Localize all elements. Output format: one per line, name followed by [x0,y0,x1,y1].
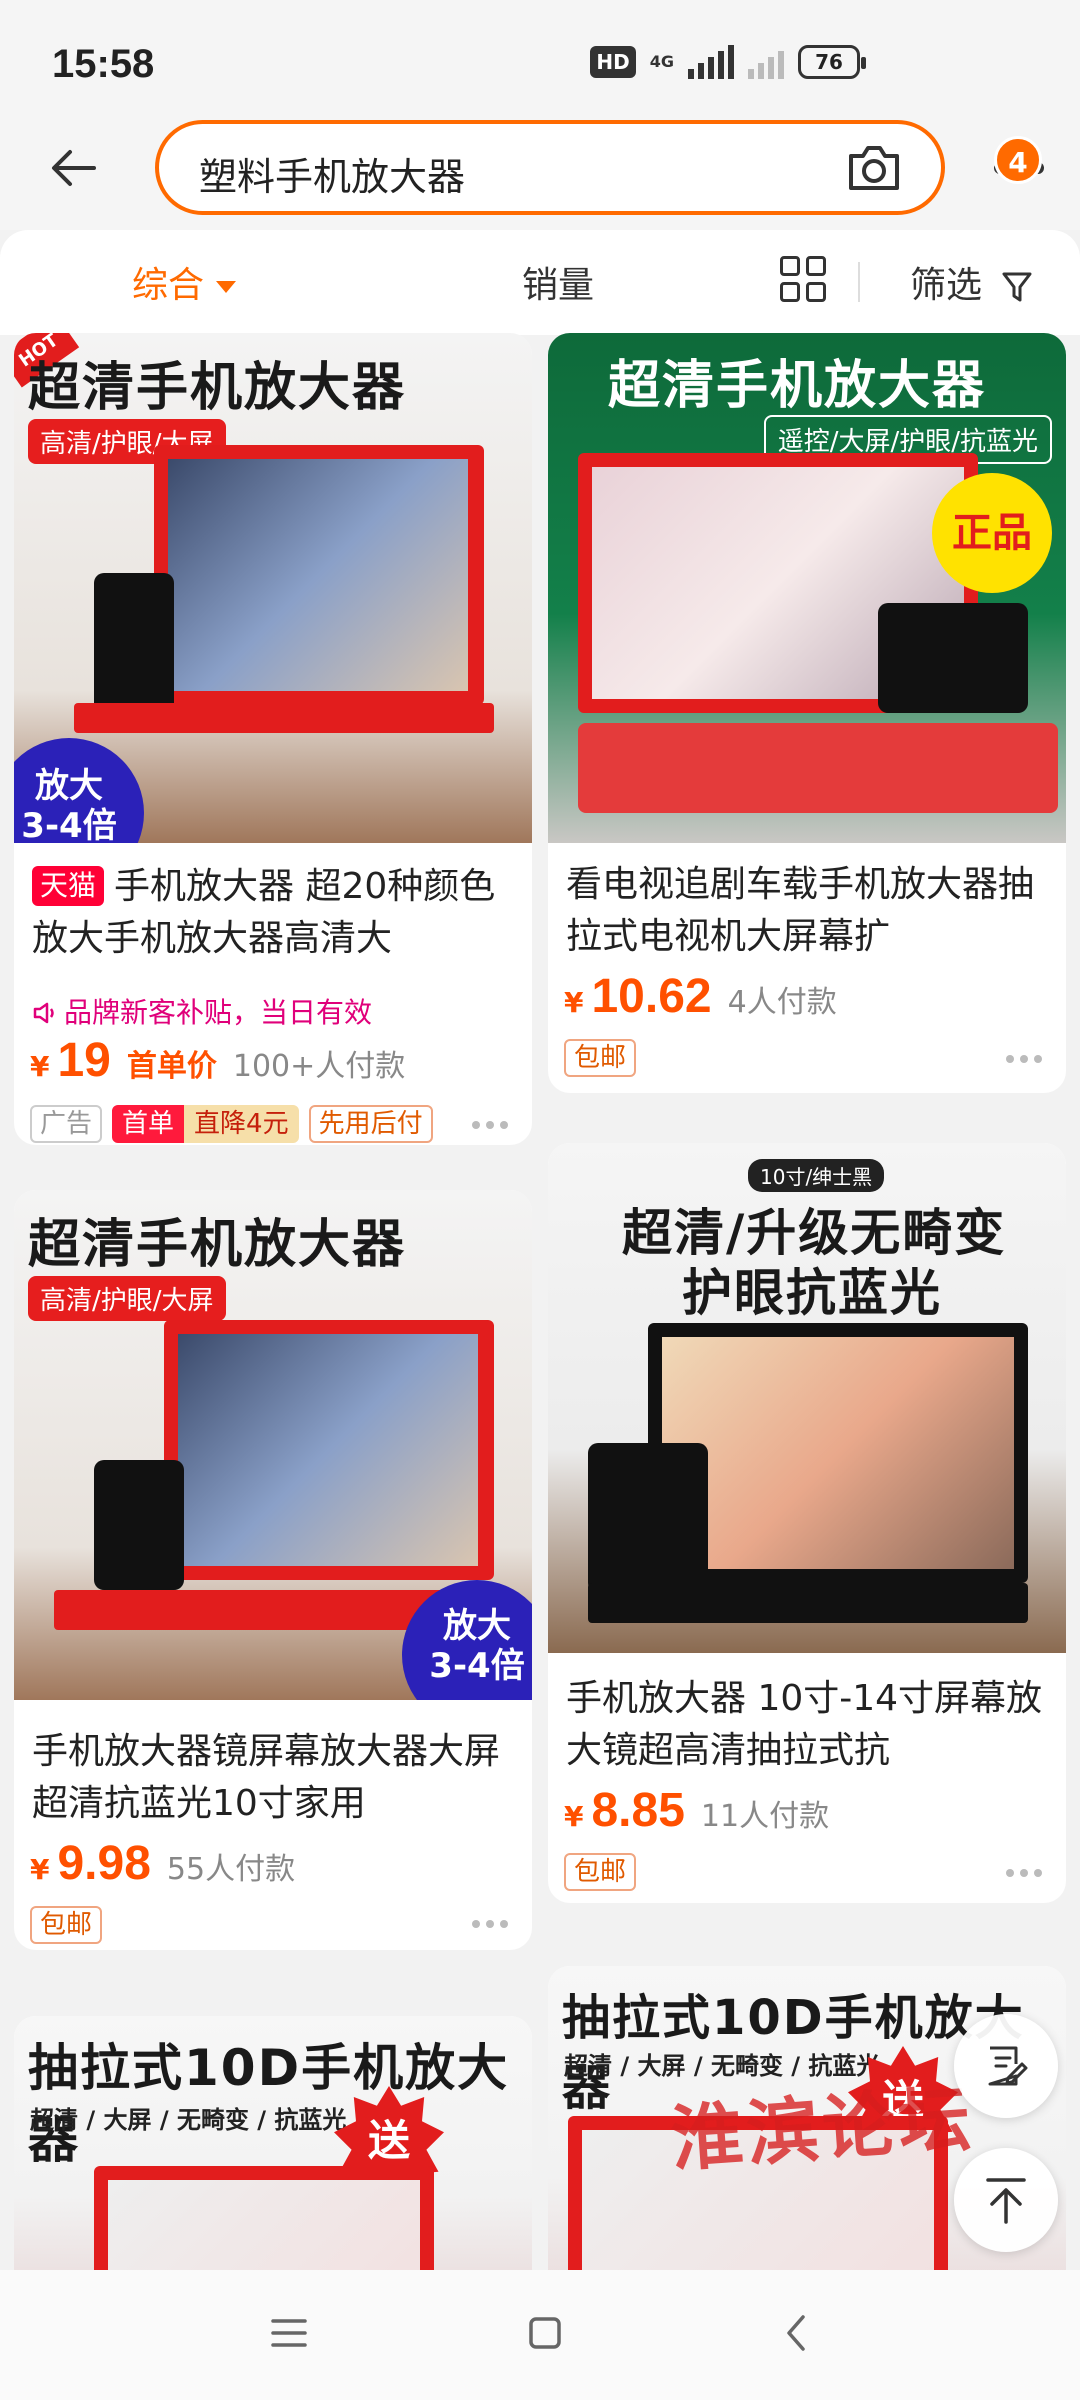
genuine-badge: 正品 [932,473,1052,593]
sales-count: 4人付款 [727,985,837,1020]
product-tags: 包邮 [30,1906,103,1944]
image-banner-subtitle: 超清 / 大屏 / 无畸变 / 抗蓝光 [30,2106,347,2134]
product-title[interactable]: 天猫 手机放大器 超20种颜色 放大手机放大器高清大 [32,861,522,965]
grid-view-toggle[interactable] [780,256,826,302]
product-tags: 包邮 [564,1039,637,1077]
product-title[interactable]: 手机放大器镜屏幕放大器大屏超清抗蓝光10寸家用 [32,1726,522,1830]
search-input[interactable]: 塑料手机放大器 [155,120,945,215]
home-button[interactable] [527,2315,563,2355]
phone-picture [94,1460,184,1590]
filter-bar: 综合 销量 筛选 [0,230,1080,335]
phone-picture [94,573,174,713]
system-nav-bar [0,2270,1080,2400]
more-menu-button[interactable]: 4 [984,136,1054,188]
sales-count: 100+人付款 [232,1049,406,1084]
price-row: ¥ 19 首单价 100+人付款 [30,1034,406,1087]
free-shipping-tag: 包邮 [30,1906,103,1944]
chevron-left-icon [787,2315,805,2351]
image-banner-subtitle: 高清/护眼/大屏 [28,1276,226,1321]
more-options-icon[interactable] [472,1920,508,1928]
spec-label: 10寸/绅士黑 [748,1159,885,1192]
nav-back-button[interactable] [781,2313,811,2357]
image-banner-subtitle: 护眼抗蓝光 [682,1264,942,1322]
camera-icon [849,146,899,190]
arrow-up-to-top-icon [986,2178,1026,2224]
tmall-badge: 天猫 [32,866,105,906]
caret-down-icon [216,281,237,293]
image-banner-title: 超清手机放大器 [28,1215,407,1275]
more-options-icon[interactable] [1006,1869,1042,1877]
speaker-icon [33,1002,54,1024]
search-query-text: 塑料手机放大器 [199,155,466,199]
hd-icon: HD [590,46,636,78]
arrow-left-icon [52,150,96,186]
product-image[interactable]: 超清手机放大器 遥控/大屏/护眼/抗蓝光 正品 [548,333,1066,843]
price-value: 10.62 [591,970,712,1023]
edit-note-icon [988,2046,1028,2086]
product-tags: 广告 首单 直降4元 先用后付 [30,1105,433,1143]
status-icons: HD 4G 76 [590,40,866,84]
screen-picture [178,1334,478,1566]
pay-later-tag: 先用后付 [308,1105,433,1143]
signal-strength-icon [688,45,734,79]
status-bar: 15:58 HD 4G 76 [0,0,1080,120]
price-value: 9.98 [57,1837,151,1890]
menu-icon [271,2319,307,2347]
sort-comprehensive-tab[interactable]: 综合 [132,256,237,308]
phone-picture [588,1443,708,1593]
free-shipping-tag: 包邮 [564,1853,637,1891]
grid-icon [780,256,800,276]
product-image[interactable]: HOT 超清手机放大器 高清/护眼/大屏 放大 3-4倍 [14,333,532,843]
search-header: 塑料手机放大器 4 [0,120,1080,230]
message-count-badge: 4 [994,136,1042,184]
forum-watermark: 淮滨论坛 [667,2075,978,2182]
filter-divider [858,262,860,302]
filter-button[interactable]: 筛选 [910,256,1033,308]
phone-picture [878,603,1028,713]
feedback-button[interactable] [954,2014,1058,2118]
battery-icon: 76 [798,45,866,79]
price-tag: 首单价 [126,1049,217,1084]
product-tags: 包邮 [564,1853,637,1891]
screen-picture [662,1337,1014,1569]
screen-picture [168,459,468,691]
sort-sales-tab[interactable]: 销量 [522,256,594,308]
magnify-promo-badge: 放大 3-4倍 [14,738,144,843]
price-value: 8.85 [591,1784,685,1837]
product-image[interactable]: 超清手机放大器 高清/护眼/大屏 放大 3-4倍 [14,1190,532,1700]
image-banner-title: 超清手机放大器 [608,356,987,416]
price-row: ¥ 9.98 55人付款 [30,1837,296,1890]
product-card[interactable]: 10寸/绅士黑 超清/升级无畸变 护眼抗蓝光 手机放大器 10寸-14寸屏幕放大… [548,1143,1066,1903]
product-card[interactable]: 超清手机放大器 遥控/大屏/护眼/抗蓝光 正品 看电视追剧车载手机放大器抽拉式电… [548,333,1066,1093]
product-image[interactable]: 10寸/绅士黑 超清/升级无畸变 护眼抗蓝光 [548,1143,1066,1653]
product-card[interactable]: HOT 超清手机放大器 高清/护眼/大屏 放大 3-4倍 天猫 手机放大器 超20… [14,333,532,1145]
subsidy-notice: 品牌新客补贴，当日有效 [32,991,372,1031]
filter-label: 筛选 [910,265,983,306]
network-type: 4G [649,52,674,71]
more-options-icon[interactable] [472,1121,508,1129]
product-title[interactable]: 看电视追剧车载手机放大器抽拉式电视机大屏幕扩 [566,859,1056,963]
sort-comprehensive-label: 综合 [132,265,205,306]
product-title[interactable]: 手机放大器 10寸-14寸屏幕放大镜超高清抽拉式抗 [566,1673,1056,1777]
sales-count: 11人付款 [700,1799,830,1834]
menu-button[interactable] [269,2316,309,2354]
sales-count: 55人付款 [166,1852,296,1887]
camera-search-button[interactable] [845,140,903,196]
home-square-icon [529,2317,561,2349]
image-banner-title: 超清手机放大器 [28,358,407,418]
price-row: ¥ 8.85 11人付款 [564,1784,830,1837]
status-time: 15:58 [52,42,155,86]
first-order-tag: 首单 [112,1105,185,1143]
back-button[interactable] [44,138,104,198]
signal-secondary-icon [748,45,784,79]
more-options-icon[interactable] [1006,1055,1042,1063]
product-card[interactable]: 超清手机放大器 高清/护眼/大屏 放大 3-4倍 手机放大器镜屏幕放大器大屏超清… [14,1190,532,1950]
ad-tag: 广告 [30,1105,103,1143]
price-row: ¥ 10.62 4人付款 [564,970,837,1023]
discount-tag: 直降4元 [184,1105,299,1143]
price-value: 19 [57,1034,111,1087]
funnel-icon [1002,272,1032,302]
back-to-top-button[interactable] [954,2148,1058,2252]
free-shipping-tag: 包邮 [564,1039,637,1077]
